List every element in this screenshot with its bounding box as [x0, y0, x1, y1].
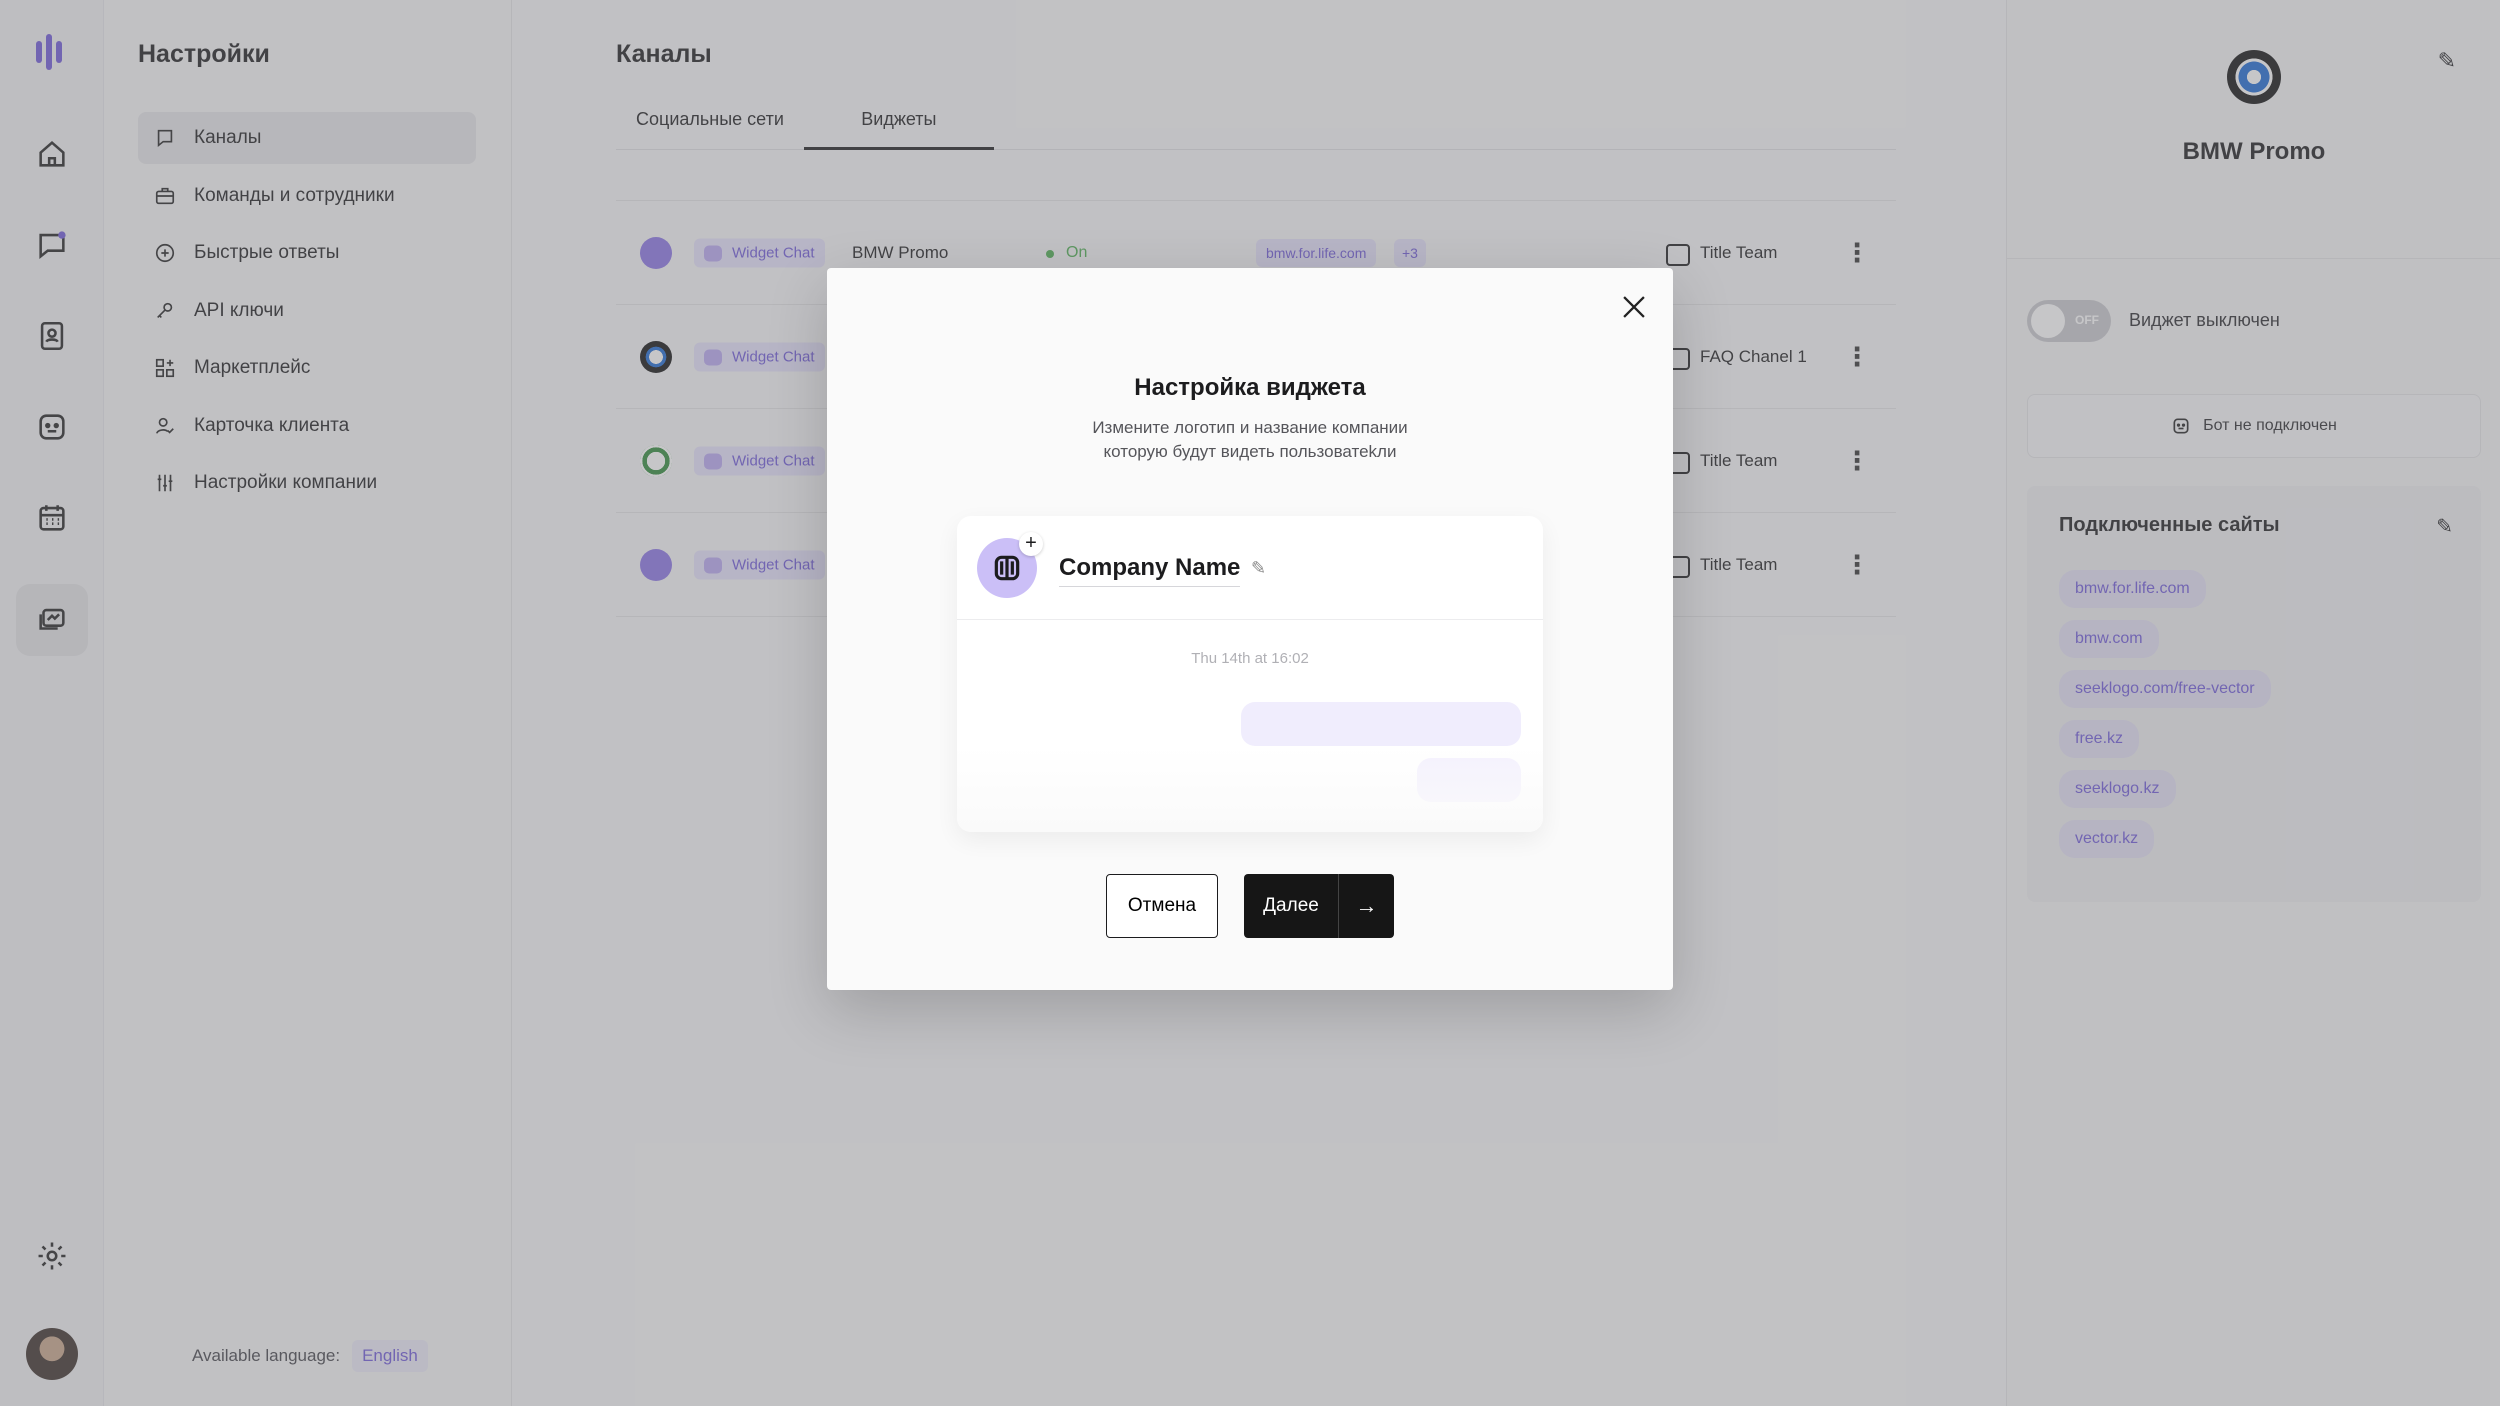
- company-name-field[interactable]: Company Name: [1059, 554, 1241, 587]
- message-timestamp: Thu 14th at 16:02: [1191, 650, 1309, 667]
- modal-title: Настройка виджета: [1134, 374, 1366, 401]
- widget-logo-icon: [994, 555, 1020, 581]
- modal-description: Измените логотип и название компании кот…: [827, 416, 1673, 464]
- cancel-button[interactable]: Отмена: [1106, 874, 1218, 938]
- preview-header: + Company Name ✎: [957, 516, 1543, 620]
- edit-pencil-icon[interactable]: ✎: [1251, 558, 1266, 579]
- arrow-right-icon: →: [1338, 874, 1394, 938]
- description-line: Измените логотип и название компании: [1092, 418, 1408, 437]
- preview-fade: [957, 746, 1543, 832]
- widget-setup-modal: Настройка виджета Измените логотип и наз…: [827, 268, 1673, 990]
- description-line: которую будут видеть пользоватеkли: [1103, 442, 1397, 461]
- add-logo-icon[interactable]: +: [1019, 532, 1043, 556]
- next-button[interactable]: Далее →: [1244, 874, 1394, 938]
- next-button-label: Далее: [1263, 895, 1319, 916]
- message-bubble: [1241, 702, 1521, 746]
- close-icon[interactable]: [1617, 290, 1651, 324]
- widget-preview: + Company Name ✎ Thu 14th at 16:02: [957, 516, 1543, 832]
